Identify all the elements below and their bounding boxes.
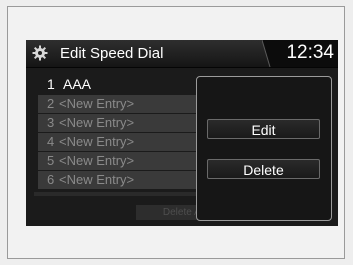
list-item[interactable]: 2 <New Entry> (38, 95, 198, 113)
list-item[interactable]: 1 AAA (38, 76, 198, 94)
gear-icon (32, 45, 48, 61)
entry-label: <New Entry> (59, 134, 135, 149)
list-item[interactable]: 3 <New Entry> (38, 114, 198, 132)
clock: 12:34 (286, 42, 334, 63)
entry-label: AAA (63, 76, 92, 92)
entry-number: 4 (47, 134, 55, 149)
list-divider (34, 192, 198, 196)
entry-number: 2 (47, 96, 55, 111)
options-popup: Edit Delete (196, 76, 332, 221)
clock-area: 12:34 (262, 40, 338, 67)
list-item[interactable]: 5 <New Entry> (38, 152, 198, 170)
list-item[interactable]: 4 <New Entry> (38, 133, 198, 151)
speed-dial-list: 1 AAA 2 <New Entry> 3 <New Entry> 4 <New… (38, 76, 198, 190)
edit-button[interactable]: Edit (207, 119, 320, 139)
page-title: Edit Speed Dial (60, 45, 164, 62)
entry-label: <New Entry> (59, 153, 135, 168)
entry-number: 6 (47, 172, 55, 187)
entry-label: <New Entry> (59, 96, 135, 111)
display-screen: Edit Speed Dial 12:34 1 AAA 2 <New Entry… (26, 40, 338, 226)
list-item[interactable]: 6 <New Entry> (38, 171, 198, 189)
entry-number: 5 (47, 153, 55, 168)
entry-label: <New Entry> (59, 115, 135, 130)
delete-button[interactable]: Delete (207, 159, 320, 179)
entry-number: 1 (47, 76, 55, 92)
header-bar: Edit Speed Dial 12:34 (26, 40, 338, 68)
entry-number: 3 (47, 115, 55, 130)
entry-label: <New Entry> (59, 172, 135, 187)
